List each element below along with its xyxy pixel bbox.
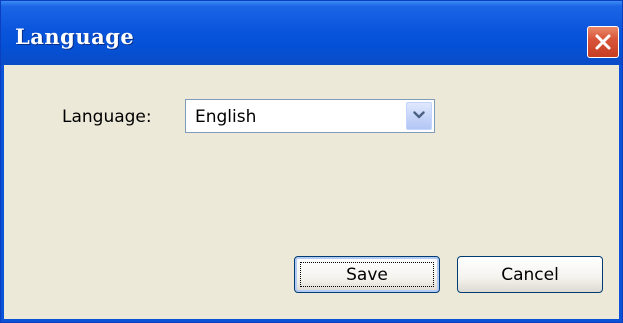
title-bar[interactable]: Language	[1, 1, 622, 65]
window-frame-right	[619, 65, 622, 322]
close-button[interactable]	[587, 26, 619, 58]
window-frame-left	[1, 65, 4, 322]
cancel-button-label: Cancel	[501, 264, 559, 285]
language-select[interactable]: English	[185, 99, 435, 133]
close-icon	[593, 32, 613, 52]
cancel-button[interactable]: Cancel	[457, 256, 603, 293]
dropdown-button[interactable]	[406, 102, 432, 130]
language-dialog: Language Language: English Save Cancel	[0, 0, 623, 323]
save-button[interactable]: Save	[294, 256, 440, 293]
save-button-label: Save	[346, 264, 388, 285]
window-frame-bottom	[1, 319, 622, 322]
language-select-value: English	[195, 107, 257, 127]
language-label: Language:	[62, 107, 152, 127]
chevron-down-icon	[413, 107, 425, 125]
window-title: Language	[15, 24, 135, 49]
